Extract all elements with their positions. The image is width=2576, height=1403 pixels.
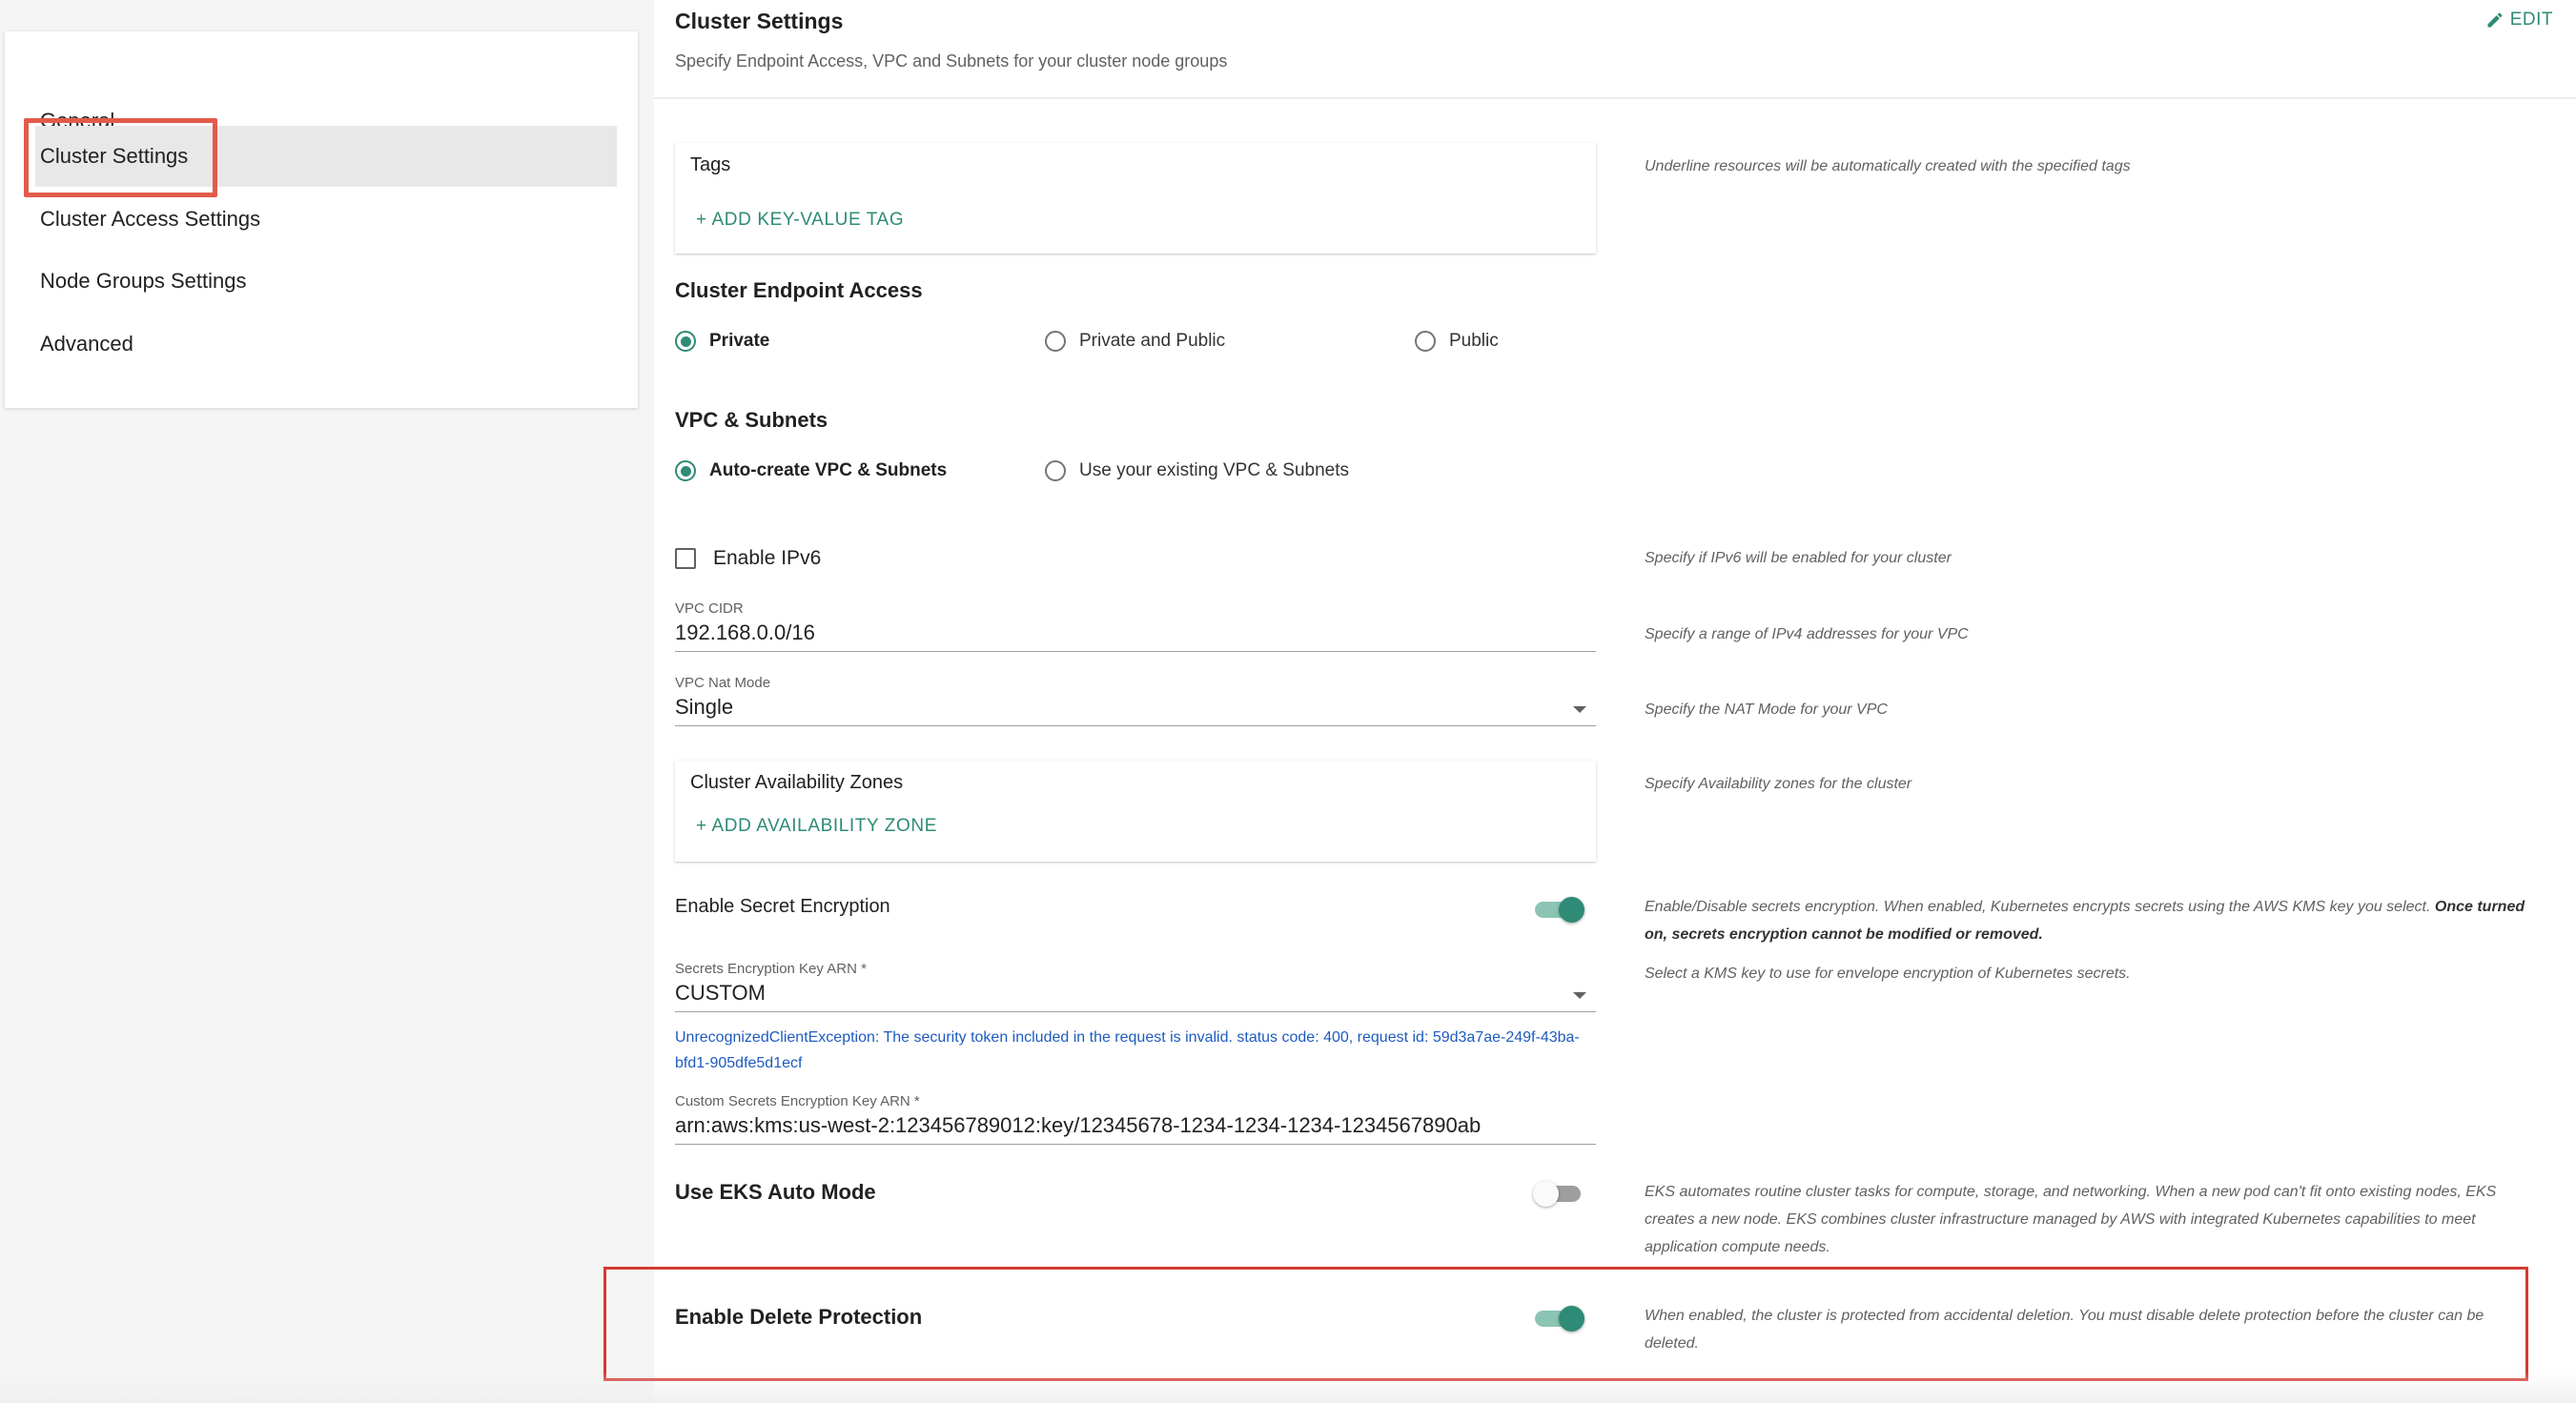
kms-key-help-text: Select a KMS key to use for envelope enc…	[1645, 966, 2131, 982]
vpc-nat-mode-selected: Single	[675, 695, 734, 719]
radio-private[interactable]: Private	[675, 331, 769, 352]
radio-selected-icon	[675, 460, 696, 481]
tags-card: Tags + ADD KEY-VALUE TAG	[675, 143, 1596, 254]
custom-kms-arn-field[interactable]: Custom Secrets Encryption Key ARN * arn:…	[675, 1093, 1596, 1145]
radio-label: Use your existing VPC & Subnets	[1079, 460, 1350, 480]
radio-use-existing-vpc[interactable]: Use your existing VPC & Subnets	[1045, 460, 1349, 481]
bottom-fade	[0, 1372, 2576, 1403]
secrets-encryption-key-select[interactable]: Secrets Encryption Key ARN * CUSTOM	[675, 961, 1596, 1012]
secret-encryption-row: Enable Secret Encryption	[675, 890, 1596, 928]
eks-auto-mode-toggle[interactable]	[1533, 1180, 1584, 1207]
secrets-encryption-key-value[interactable]: CUSTOM	[675, 981, 1596, 1012]
add-availability-zone-button[interactable]: + ADD AVAILABILITY ZONE	[696, 816, 937, 837]
vpc-nat-mode-select[interactable]: VPC Nat Mode Single	[675, 675, 1596, 726]
settings-sidebar: General Cluster Settings Cluster Access …	[5, 31, 638, 408]
nat-mode-help-text: Specify the NAT Mode for your VPC	[1645, 702, 1888, 718]
enable-ipv6-checkbox-row[interactable]: Enable IPv6	[675, 547, 821, 570]
dropdown-caret-icon	[1573, 992, 1586, 999]
cluster-settings-highlight-box	[24, 118, 217, 197]
availability-zones-title: Cluster Availability Zones	[690, 772, 904, 793]
dropdown-caret-icon	[1573, 706, 1586, 713]
eks-auto-mode-label: Use EKS Auto Mode	[675, 1180, 876, 1204]
checkbox-label: Enable IPv6	[713, 547, 822, 569]
radio-empty-icon	[1415, 331, 1436, 352]
sidebar-item-node-groups-settings[interactable]: Node Groups Settings	[35, 251, 617, 312]
vpc-cidr-help-text: Specify a range of IPv4 addresses for yo…	[1645, 626, 1969, 642]
radio-auto-create-vpc[interactable]: Auto-create VPC & Subnets	[675, 460, 947, 481]
endpoint-access-radio-group: Private Private and Public Public	[675, 331, 1590, 359]
endpoint-access-title: Cluster Endpoint Access	[675, 278, 923, 302]
toggle-thumb	[1559, 897, 1584, 923]
radio-public[interactable]: Public	[1415, 331, 1499, 352]
add-key-value-tag-button[interactable]: + ADD KEY-VALUE TAG	[696, 210, 904, 231]
sidebar-item-label: Advanced	[40, 332, 133, 356]
pencil-icon	[2487, 12, 2503, 28]
header-divider	[654, 97, 2576, 99]
radio-empty-icon	[1045, 331, 1066, 352]
availability-zones-help-text: Specify Availability zones for the clust…	[1645, 776, 1912, 792]
vpc-cidr-input[interactable]: 192.168.0.0/16	[675, 620, 1596, 652]
secrets-encryption-key-label: Secrets Encryption Key ARN *	[675, 961, 867, 977]
secret-encryption-help-text: Enable/Disable secrets encryption. When …	[1645, 893, 2531, 948]
sidebar-item-label: Node Groups Settings	[40, 269, 247, 293]
vpc-nat-mode-value[interactable]: Single	[675, 695, 1596, 726]
radio-selected-icon	[675, 331, 696, 352]
toggle-thumb	[1533, 1181, 1559, 1207]
availability-zones-card: Cluster Availability Zones + ADD AVAILAB…	[675, 761, 1596, 862]
custom-kms-arn-input[interactable]: arn:aws:kms:us-west-2:123456789012:key/1…	[675, 1113, 1596, 1145]
sidebar-item-advanced[interactable]: Advanced	[35, 314, 617, 375]
eks-auto-mode-row: Use EKS Auto Mode	[675, 1174, 1596, 1212]
page-title: Cluster Settings	[675, 9, 844, 33]
tags-title: Tags	[690, 154, 731, 175]
sidebar-item-label: Cluster Access Settings	[40, 207, 261, 231]
vpc-cidr-label: VPC CIDR	[675, 600, 744, 617]
vpc-subnets-radio-group: Auto-create VPC & Subnets Use your exist…	[675, 460, 1590, 489]
vpc-nat-mode-label: VPC Nat Mode	[675, 675, 771, 691]
radio-label: Auto-create VPC & Subnets	[709, 460, 948, 480]
radio-label: Private	[709, 331, 770, 351]
secret-encryption-label: Enable Secret Encryption	[675, 896, 890, 917]
radio-label: Public	[1449, 331, 1499, 351]
radio-label: Private and Public	[1079, 331, 1226, 351]
radio-private-and-public[interactable]: Private and Public	[1045, 331, 1225, 352]
cluster-settings-panel: Cluster Settings Specify Endpoint Access…	[654, 0, 2576, 1403]
radio-empty-icon	[1045, 460, 1066, 481]
vpc-cidr-field[interactable]: VPC CIDR 192.168.0.0/16	[675, 600, 1596, 652]
edit-label: EDIT	[2509, 10, 2553, 30]
delete-protection-highlight-box	[603, 1267, 2528, 1381]
kms-error-message: UnrecognizedClientException: The securit…	[675, 1029, 1580, 1071]
secret-encryption-help: Enable/Disable secrets encryption. When …	[1645, 899, 2431, 915]
checkbox-unchecked-icon[interactable]	[675, 548, 696, 569]
edit-button[interactable]: EDIT	[2485, 10, 2553, 30]
ipv6-help-text: Specify if IPv6 will be enabled for your…	[1645, 550, 1952, 566]
eks-auto-mode-help-text: EKS automates routine cluster tasks for …	[1645, 1184, 2497, 1255]
page-subtitle: Specify Endpoint Access, VPC and Subnets…	[675, 51, 1228, 71]
vpc-subnets-title: VPC & Subnets	[675, 408, 828, 432]
tags-help-text: Underline resources will be automaticall…	[1645, 158, 2131, 174]
secret-encryption-toggle[interactable]	[1533, 896, 1584, 923]
sidebar-item-cluster-access-settings[interactable]: Cluster Access Settings	[35, 189, 617, 250]
custom-kms-arn-label: Custom Secrets Encryption Key ARN *	[675, 1093, 920, 1109]
secrets-encryption-key-selected: CUSTOM	[675, 981, 766, 1005]
